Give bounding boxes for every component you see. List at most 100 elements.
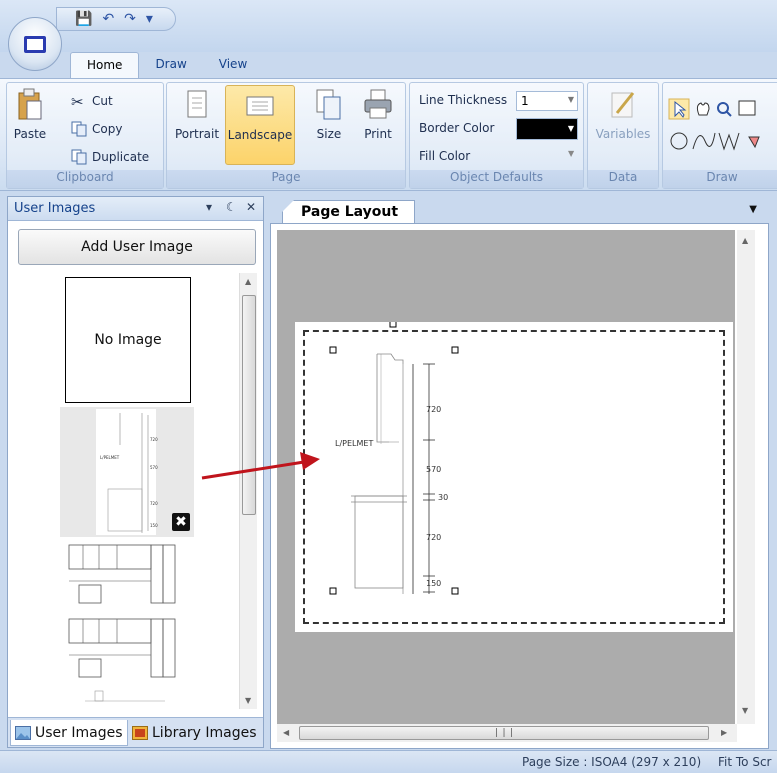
fill-color-label: Fill Color [419, 149, 471, 163]
scroll-down-icon[interactable]: ▼ [245, 696, 251, 705]
thumbnail-scrollbar[interactable]: ▲ ▼ [239, 273, 257, 709]
title-bar: 💾 ↶ ↷ ▾ [0, 0, 777, 71]
duplicate-icon [71, 149, 87, 165]
svg-text:L/PELMET: L/PELMET [100, 455, 120, 460]
portrait-label: Portrait [174, 127, 220, 141]
scroll-right-icon[interactable]: ▶ [721, 728, 727, 737]
no-image-thumbnail[interactable]: No Image [65, 277, 191, 403]
landscape-label: Landscape [227, 128, 293, 142]
chevron-down-icon[interactable]: ▼ [749, 204, 757, 215]
image-thumbnail-list: No Image L/PELMET 720 570 720 150 ✖ [8, 269, 248, 709]
duplicate-label: Duplicate [92, 150, 150, 164]
dimension-720-upper: 720 [426, 405, 441, 414]
image-thumbnail[interactable] [65, 541, 189, 605]
svg-text:570: 570 [150, 465, 158, 470]
app-menu-button[interactable] [8, 17, 62, 71]
page-layout-view: 720 570 30 720 150 L/PELMET ▲ ▼ ◀ ❘❘❘ ▶ [270, 223, 769, 749]
panel-tabs: User Images Library Images [8, 717, 263, 747]
page-horizontal-scrollbar[interactable]: ◀ ❘❘❘ ▶ [277, 724, 737, 742]
copy-button[interactable]: Copy [71, 121, 122, 137]
scissors-icon: ✂ [71, 93, 84, 111]
scroll-up-icon[interactable]: ▲ [245, 277, 251, 286]
tab-view[interactable]: View [203, 52, 263, 78]
panel-title: User Images [14, 201, 96, 216]
data-group-label: Data [588, 170, 658, 188]
image-thumbnail[interactable] [65, 615, 189, 679]
selected-image-thumbnail[interactable]: L/PELMET 720 570 720 150 ✖ [60, 407, 194, 537]
scrollbar-thumb[interactable] [242, 295, 256, 515]
object-defaults-group: Line Thickness 1 ▼ Border Color ▼ Fill C… [409, 82, 584, 189]
picture-icon [15, 725, 31, 740]
dimension-720-lower: 720 [426, 533, 441, 542]
printer-icon [364, 89, 392, 119]
scroll-left-icon[interactable]: ◀ [283, 728, 289, 737]
tab-user-images[interactable]: User Images [10, 720, 128, 746]
panel-dropdown-icon[interactable]: ▾ [206, 200, 212, 214]
tab-page-layout[interactable]: Page Layout [282, 200, 416, 224]
library-icon [132, 726, 148, 740]
save-icon[interactable]: 💾 [75, 11, 92, 27]
duplicate-button[interactable]: Duplicate [71, 149, 149, 165]
tab-home[interactable]: Home [70, 52, 140, 78]
panel-header: User Images ▾ ☾ ✕ [8, 197, 263, 221]
elevation-thumbnail-drawing [68, 544, 176, 604]
polyline-icon [718, 132, 740, 151]
fill-color-dropdown[interactable]: ▼ [568, 149, 574, 158]
clipboard-group-label: Clipboard [7, 170, 163, 188]
scroll-up-icon[interactable]: ▲ [742, 236, 748, 245]
line-thickness-select[interactable]: 1 ▼ [516, 91, 578, 111]
svg-text:150: 150 [150, 523, 158, 528]
add-user-image-button[interactable]: Add User Image [18, 229, 256, 265]
chevron-down-icon: ▼ [567, 124, 574, 133]
landscape-icon [246, 96, 274, 116]
paste-button[interactable]: Paste [11, 87, 49, 141]
rectangle-icon [738, 100, 756, 116]
object-defaults-group-label: Object Defaults [410, 170, 583, 188]
delete-image-icon[interactable]: ✖ [172, 513, 190, 531]
hand-icon [696, 102, 710, 116]
user-images-panel: User Images ▾ ☾ ✕ Add User Image No Imag… [7, 196, 264, 748]
portrait-icon [187, 90, 207, 118]
cut-button[interactable]: ✂ Cut [71, 93, 113, 111]
size-button[interactable]: Size [309, 87, 349, 141]
page-vertical-scrollbar[interactable]: ▲ ▼ [737, 230, 755, 724]
border-color-picker[interactable]: ▼ [516, 118, 578, 140]
pin-icon[interactable]: ☾ [226, 200, 237, 214]
paste-icon [18, 88, 42, 120]
tab-draw[interactable]: Draw [139, 52, 202, 78]
svg-text:720: 720 [150, 501, 158, 506]
scrollbar-thumb[interactable]: ❘❘❘ [299, 726, 709, 740]
selection-handle [451, 587, 459, 595]
qat-more-icon[interactable]: ▾ [146, 11, 153, 27]
data-group: Variables Data [587, 82, 659, 189]
border-color-label: Border Color [419, 121, 495, 135]
ribbon: Paste ✂ Cut Copy Duplicate Clipboard Por… [0, 78, 777, 191]
scroll-down-icon[interactable]: ▼ [742, 706, 748, 715]
draw-group: Draw [662, 82, 777, 189]
close-icon[interactable]: ✕ [246, 200, 256, 214]
image-thumbnail[interactable] [65, 687, 189, 709]
curve-icon [692, 132, 716, 150]
cabinet-elevation-drawing[interactable]: 720 570 30 720 150 L/PELMET [295, 322, 733, 632]
svg-text:720: 720 [150, 437, 158, 442]
fit-to-screen-button[interactable]: Fit To Scr [718, 755, 771, 769]
print-label: Print [364, 127, 392, 141]
line-thickness-value: 1 [521, 94, 529, 108]
redo-icon[interactable]: ↷ [124, 11, 136, 27]
variables-button[interactable]: Variables [594, 87, 652, 141]
draw-tools[interactable] [667, 97, 777, 157]
landscape-button[interactable]: Landscape [225, 85, 295, 165]
pencil-page-icon [611, 92, 635, 118]
portrait-button[interactable]: Portrait [173, 87, 221, 141]
chevron-down-icon: ▼ [567, 95, 574, 104]
document-tab-bar: Page Layout ▼ [268, 196, 777, 224]
page-sheet[interactable]: 720 570 30 720 150 L/PELMET [295, 322, 733, 632]
tab-library-images[interactable]: Library Images [128, 720, 261, 746]
tab-library-images-label: Library Images [152, 725, 257, 741]
selection-handle [329, 587, 337, 595]
canvas-area[interactable]: 720 570 30 720 150 L/PELMET [277, 230, 735, 724]
quick-access-toolbar: 💾 ↶ ↷ ▾ [56, 7, 176, 31]
print-button[interactable]: Print [357, 87, 399, 141]
undo-icon[interactable]: ↶ [102, 11, 114, 27]
selection-handle [451, 346, 459, 354]
